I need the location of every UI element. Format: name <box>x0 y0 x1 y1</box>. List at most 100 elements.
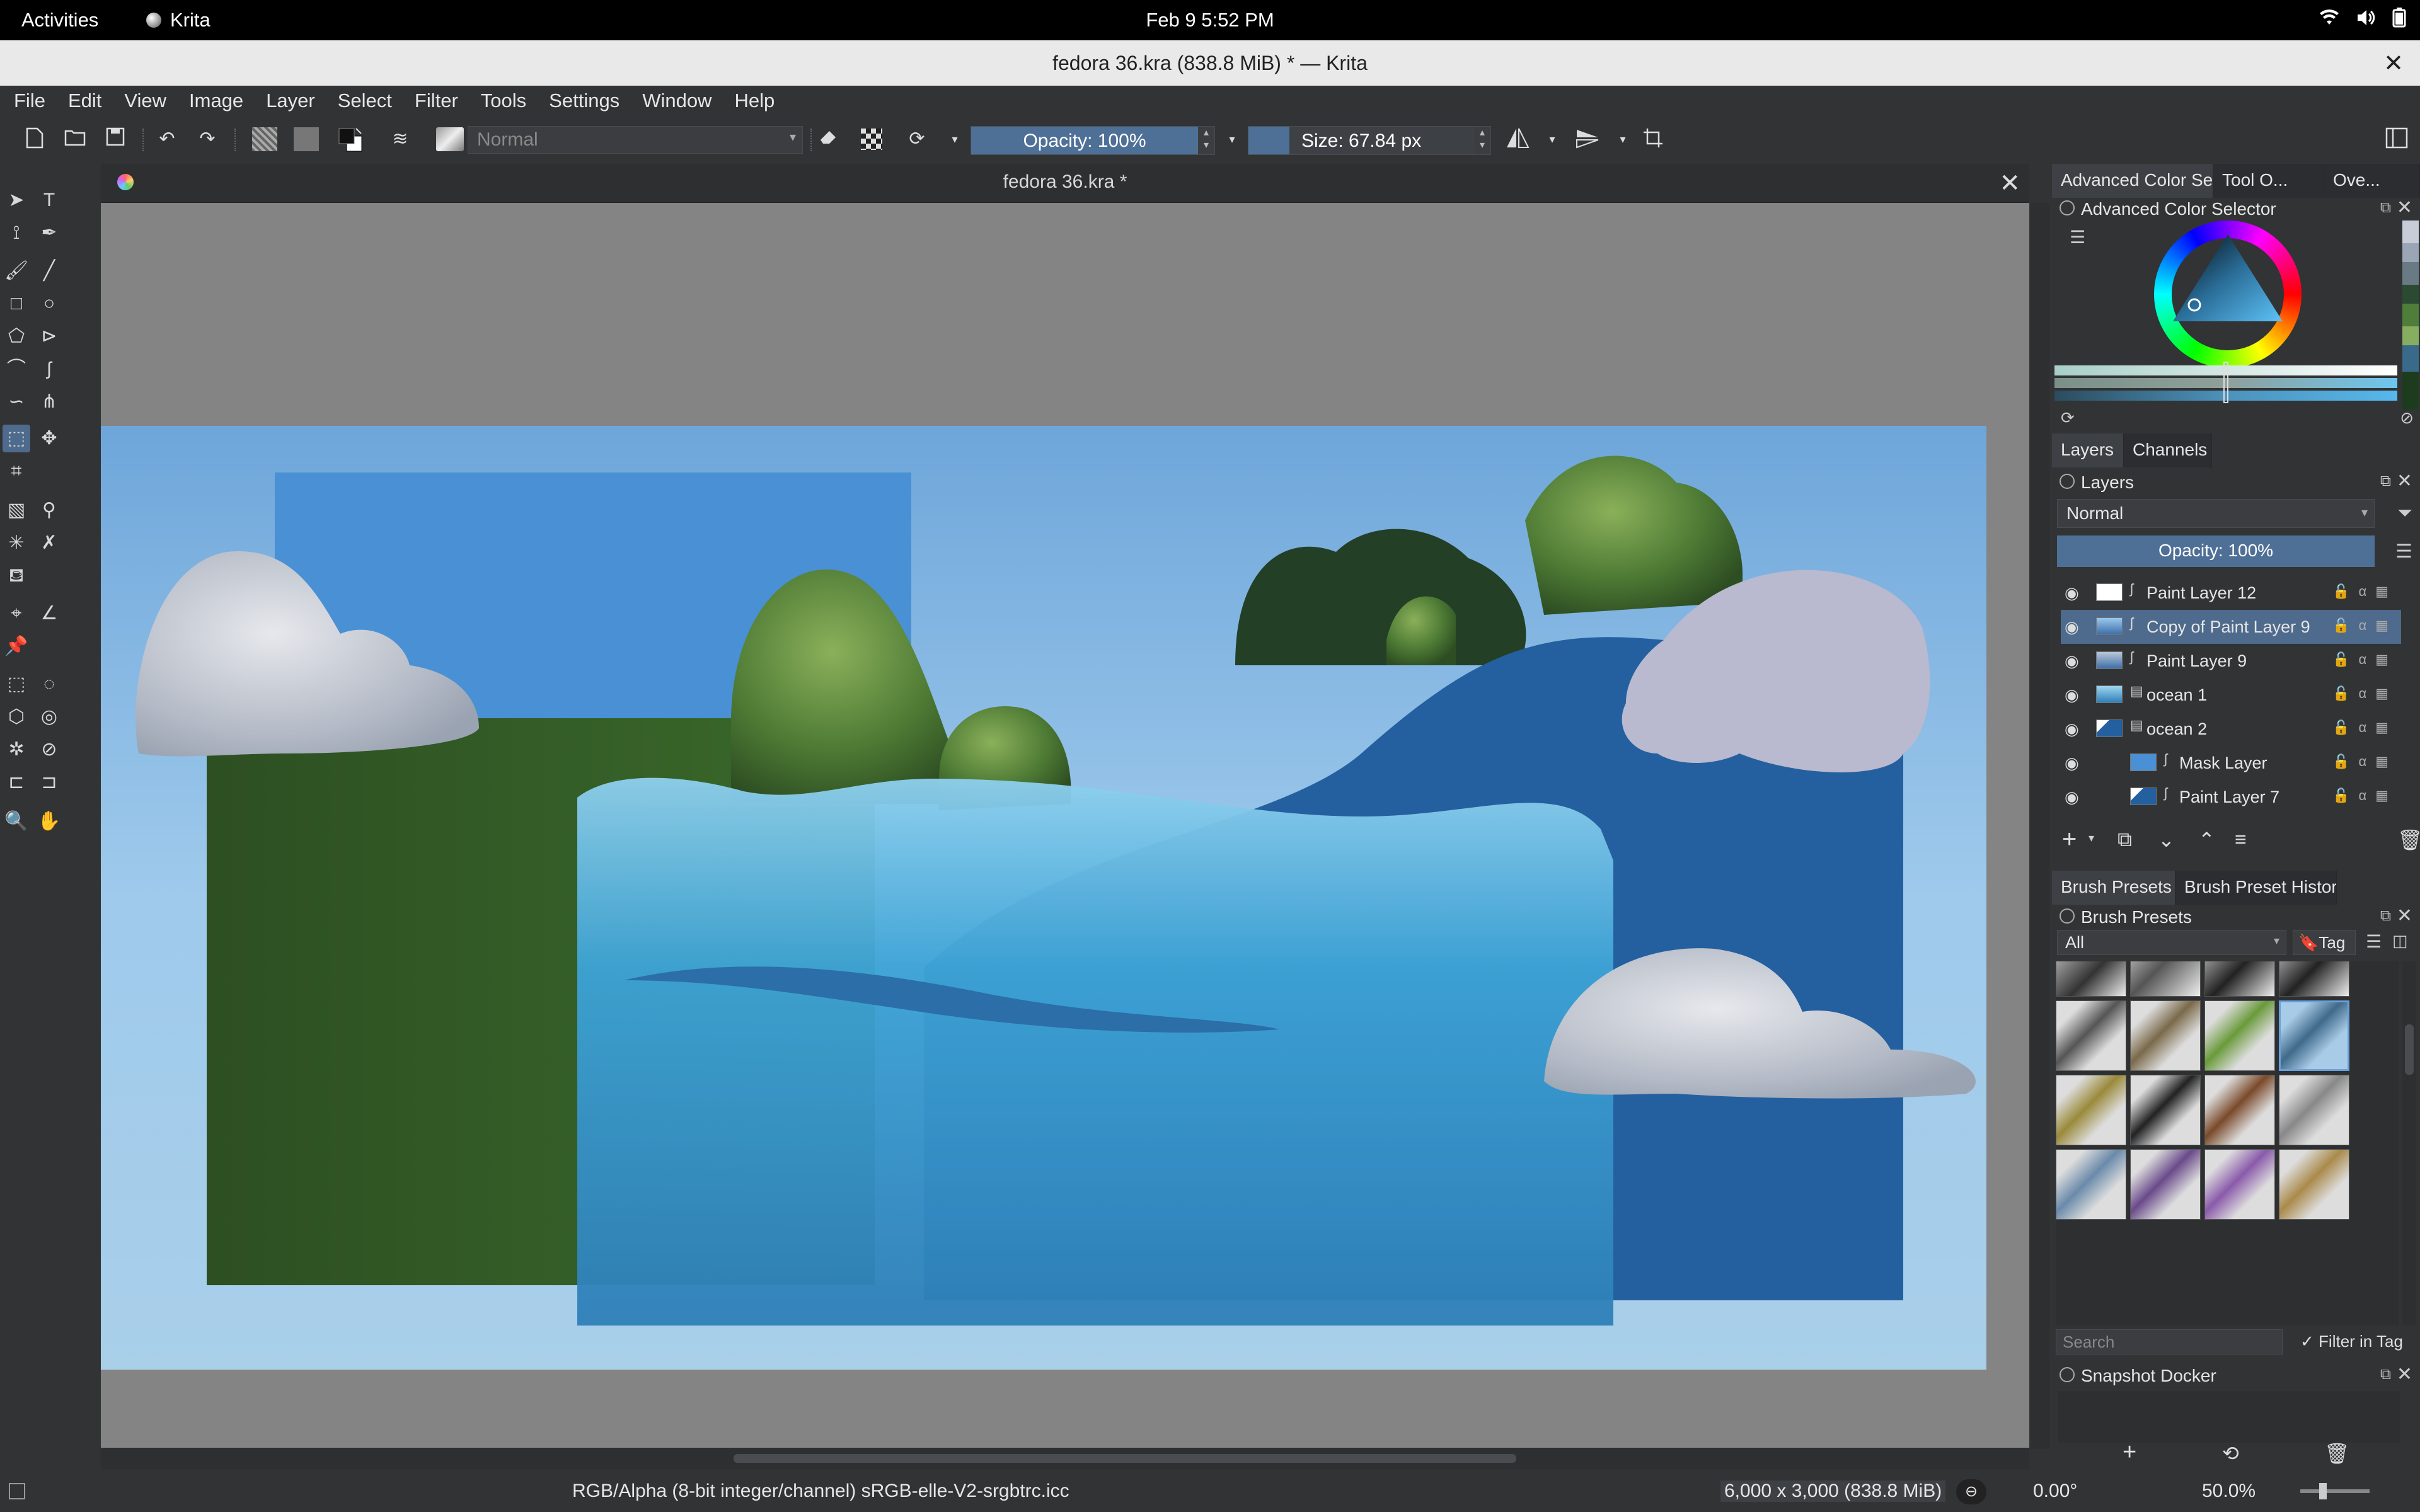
wrap-around-icon[interactable] <box>1641 127 1665 151</box>
delete-snapshot-icon[interactable]: 🗑 <box>2324 1441 2350 1465</box>
brush-tag-button[interactable]: 🔖Tag <box>2293 930 2356 955</box>
menu-layer[interactable]: Layer <box>265 88 316 113</box>
brush-preset-tile[interactable] <box>2130 961 2201 997</box>
freehand-path-tool-icon[interactable]: ʃ <box>35 355 63 383</box>
crop-tool-icon[interactable]: ⌗ <box>3 457 30 485</box>
color-selector-settings-icon[interactable]: ☰ <box>2070 227 2085 248</box>
measure-tool-icon[interactable]: ∠ <box>35 600 63 627</box>
duplicate-layer-icon[interactable]: ⧉ <box>2118 828 2132 852</box>
reference-images-tool-icon[interactable]: 📌 <box>3 633 30 660</box>
app-menu[interactable]: Krita <box>146 9 210 32</box>
preserve-alpha-icon[interactable] <box>861 129 882 150</box>
layer-row[interactable]: ◉ ▤ ocean 2 🔓α▦ <box>2061 712 2401 746</box>
brush-filter-select[interactable]: All ▾ <box>2057 930 2286 955</box>
brush-preset-tile[interactable] <box>2279 961 2349 997</box>
layer-flags[interactable]: 🔓α▦ <box>2332 719 2397 736</box>
zoom-tool-icon[interactable]: 🔍 <box>3 808 30 835</box>
polygon-tool-icon[interactable]: ⬠ <box>3 323 30 350</box>
close-docker-icon[interactable]: ✕ <box>2397 1363 2412 1385</box>
zoom-slider-knob[interactable] <box>2319 1483 2327 1499</box>
rectangle-tool-icon[interactable]: □ <box>3 290 30 318</box>
brush-preset-tile[interactable] <box>2130 1075 2201 1145</box>
system-tray[interactable] <box>2319 8 2406 28</box>
lock-icon[interactable] <box>2060 908 2075 924</box>
open-document-icon[interactable] <box>63 127 87 151</box>
move-tool-icon[interactable]: ✥ <box>35 425 63 452</box>
layer-flags[interactable]: 🔓α▦ <box>2332 753 2397 770</box>
window-close-button[interactable]: ✕ <box>2383 49 2404 77</box>
brush-preset-tile[interactable] <box>2056 1075 2126 1145</box>
visibility-eye-icon[interactable]: ◉ <box>2065 685 2079 705</box>
tab-channels[interactable]: Channels <box>2124 433 2212 467</box>
assistant-tool-icon[interactable]: ⌖ <box>3 600 30 627</box>
new-document-icon[interactable] <box>23 127 47 151</box>
edit-shapes-tool-icon[interactable]: ⟟ <box>3 219 30 247</box>
tab-brush-presets[interactable]: Brush Presets <box>2052 871 2175 905</box>
activities-button[interactable]: Activities <box>21 9 98 32</box>
snapshot-list[interactable] <box>2058 1391 2400 1443</box>
brush-grid-scrollbar[interactable] <box>2402 961 2416 1326</box>
brush-preset-tile-selected[interactable] <box>2279 1000 2349 1071</box>
polygonal-selection-tool-icon[interactable]: ⬡ <box>3 703 30 731</box>
eraser-mode-icon[interactable] <box>817 127 841 151</box>
menu-view[interactable]: View <box>123 88 168 113</box>
menu-edit[interactable]: Edit <box>67 88 103 113</box>
refresh-colors-icon[interactable]: ⟳ <box>2061 408 2075 428</box>
chevron-down-icon[interactable]: ▾ <box>943 127 967 151</box>
color-history-strip[interactable] <box>2402 220 2419 410</box>
tab-overview[interactable]: Ove... <box>2324 164 2420 198</box>
calligraphy-tool-icon[interactable]: ✒ <box>35 219 63 247</box>
add-snapshot-icon[interactable]: + <box>2123 1439 2136 1466</box>
color-sampler-tool-icon[interactable]: ⚲ <box>35 496 63 524</box>
brush-editor-icon[interactable]: ≋ <box>388 127 412 151</box>
brush-preset-tile[interactable] <box>2204 961 2275 997</box>
delete-layer-icon[interactable]: 🗑 <box>2397 828 2420 852</box>
rectangular-selection-tool-icon[interactable]: ⬚ <box>3 670 30 698</box>
image-size-info[interactable]: 6,000 x 3,000 (838.8 MiB) <box>1720 1480 1946 1502</box>
mirror-vertical-icon[interactable] <box>1576 127 1599 151</box>
layer-blend-mode-select[interactable]: Normal ▾ <box>2057 499 2375 528</box>
menu-filter[interactable]: Filter <box>413 88 459 113</box>
visibility-eye-icon[interactable]: ◉ <box>2065 583 2079 603</box>
move-layer-down-icon[interactable]: ⌄ <box>2158 828 2175 852</box>
menu-settings[interactable]: Settings <box>548 88 621 113</box>
visibility-eye-icon[interactable]: ◉ <box>2065 788 2079 807</box>
visibility-eye-icon[interactable]: ◉ <box>2065 719 2079 739</box>
menu-select[interactable]: Select <box>337 88 393 113</box>
brush-preset-tile[interactable] <box>2130 1000 2201 1071</box>
brush-preset-icon[interactable] <box>436 127 464 151</box>
layer-opacity-slider[interactable]: Opacity: 100% <box>2057 536 2375 567</box>
horizontal-scroll-thumb[interactable] <box>734 1454 1516 1463</box>
canvas-vertical-scrollbar[interactable] <box>2031 203 2049 1449</box>
polyline-tool-icon[interactable]: ⊳ <box>35 323 63 350</box>
mirror-horizontal-icon[interactable] <box>1505 127 1530 151</box>
elliptical-selection-tool-icon[interactable]: ◌ <box>35 670 63 698</box>
contiguous-selection-tool-icon[interactable]: ✲ <box>3 736 30 764</box>
layer-row[interactable]: ◉ ʃ Paint Layer 7 🔓α▦ <box>2061 780 2401 814</box>
save-icon[interactable] <box>103 127 127 151</box>
layer-flags[interactable]: 🔓α▦ <box>2332 788 2397 804</box>
dynamic-brush-tool-icon[interactable]: ∽ <box>3 388 30 416</box>
float-docker-icon[interactable]: ⧉ <box>2380 199 2391 217</box>
freehand-brush-tool-icon[interactable]: 🖌 <box>3 257 30 285</box>
float-docker-icon[interactable]: ⧉ <box>2380 1366 2391 1383</box>
fill-pattern-icon[interactable] <box>294 127 319 151</box>
chevron-down-icon[interactable]: ▾ <box>1540 127 1564 151</box>
rotation-dial-icon[interactable]: ⊖ <box>1956 1479 1986 1504</box>
redo-icon[interactable]: ↷ <box>195 127 219 151</box>
layer-flags[interactable]: 🔓α▦ <box>2332 583 2397 600</box>
brush-preset-tile[interactable] <box>2204 1075 2275 1145</box>
add-layer-icon[interactable]: + <box>2062 825 2077 854</box>
layer-flags[interactable]: 🔓α▦ <box>2332 617 2397 634</box>
brush-preset-tile[interactable] <box>2204 1149 2275 1220</box>
close-docker-icon[interactable]: ✕ <box>2397 197 2412 219</box>
text-tool-icon[interactable]: T <box>35 186 63 214</box>
menu-image[interactable]: Image <box>188 88 245 113</box>
brush-preset-tile[interactable] <box>2279 1149 2349 1220</box>
line-tool-icon[interactable]: ╱ <box>35 257 63 285</box>
colorize-mask-tool-icon[interactable]: ✗ <box>35 529 63 557</box>
opacity-spinner[interactable]: ▴ ▾ <box>1198 127 1214 154</box>
fill-gradient-icon[interactable] <box>252 127 277 151</box>
color-wheel[interactable] <box>2154 220 2302 368</box>
tab-advanced-color-selector[interactable]: Advanced Color Se... <box>2052 164 2213 198</box>
